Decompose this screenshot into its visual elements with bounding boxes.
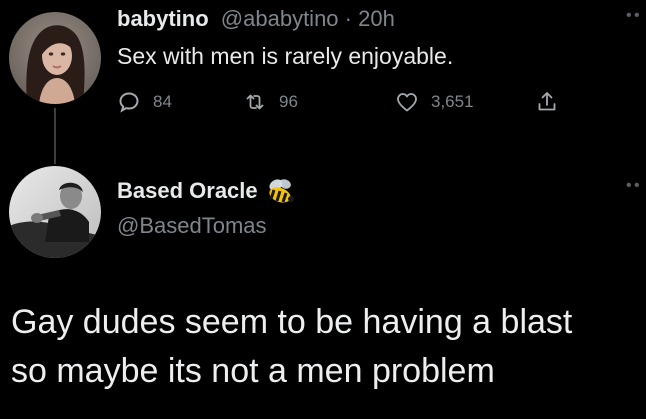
reply-name-row: Based Oracle: [117, 176, 298, 206]
tweet-header: babytino @ababytino · 20h: [117, 6, 395, 32]
meta-separator: ·: [338, 6, 359, 31]
timestamp[interactable]: 20h: [358, 6, 395, 31]
profile-photo-icon: [9, 12, 101, 104]
tweet-text: Sex with men is rarely enjoyable.: [117, 43, 454, 69]
avatar-babytino[interactable]: [9, 12, 101, 104]
heart-icon: [397, 93, 417, 112]
profile-photo-icon: [9, 166, 101, 258]
share-icon: [538, 92, 556, 111]
bee-emoji-icon: [269, 179, 294, 203]
reply-button[interactable]: 84: [117, 88, 172, 116]
reply-bubble-icon: [119, 92, 139, 113]
reply-text-line: Gay dudes seem to be having a blast: [11, 303, 573, 341]
like-button[interactable]: 3,651: [395, 88, 474, 116]
share-button[interactable]: [535, 88, 559, 116]
retweet-icon: [246, 94, 264, 110]
handle[interactable]: @ababytino: [221, 6, 339, 31]
handle[interactable]: @BasedTomas: [117, 213, 267, 239]
reply-text-line: so maybe its not a men problem: [11, 352, 495, 390]
avatar-based-oracle[interactable]: [9, 166, 101, 258]
tweet-actions: 84 96 3,651: [117, 88, 577, 116]
reply-tweet-text: Gay dudes seem to be having a blast so m…: [11, 298, 641, 396]
reply-count: 84: [153, 92, 172, 111]
like-count: 3,651: [431, 92, 474, 111]
display-name[interactable]: babytino: [117, 6, 209, 31]
retweet-button[interactable]: 96: [243, 88, 298, 116]
more-options-icon[interactable]: • •: [626, 178, 640, 194]
display-name[interactable]: Based Oracle: [117, 178, 258, 204]
more-options-icon[interactable]: • •: [626, 8, 640, 24]
thread-connector-line: [54, 108, 56, 164]
retweet-count: 96: [279, 92, 298, 111]
